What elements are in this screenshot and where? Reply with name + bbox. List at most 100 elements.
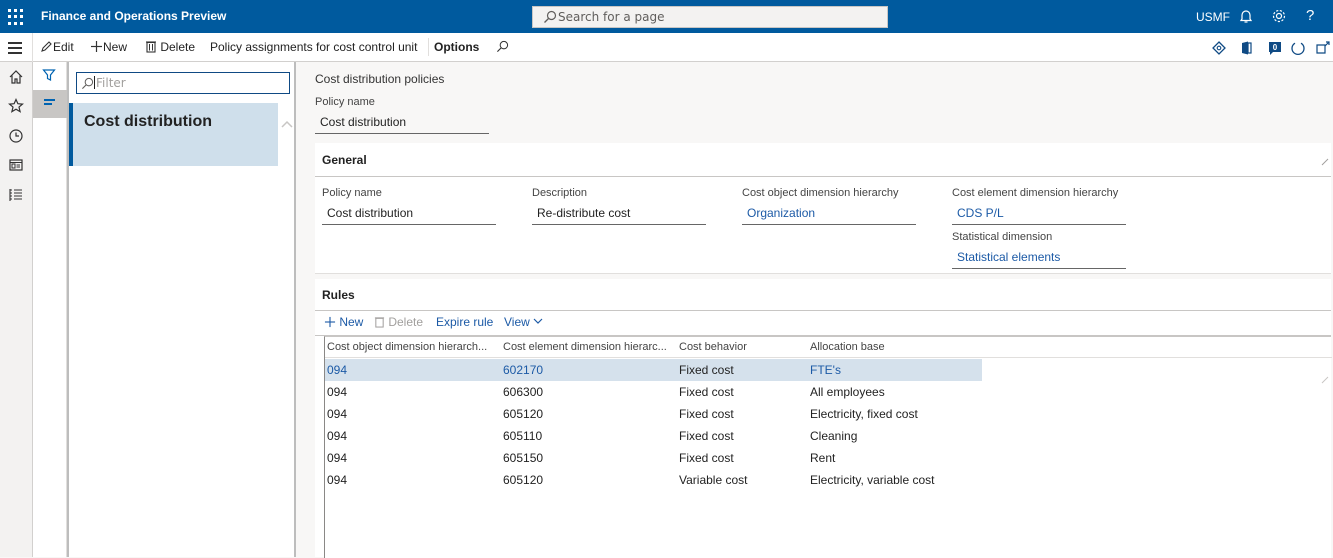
statistical-dimension-field[interactable]: Statistical elements bbox=[952, 249, 1126, 269]
rules-delete-label: Delete bbox=[388, 315, 424, 329]
page-search-input[interactable]: Search for a page bbox=[532, 6, 888, 28]
rules-delete-button[interactable]: Delete bbox=[374, 315, 423, 329]
list-item[interactable]: Cost distribution bbox=[69, 103, 278, 166]
trash-icon bbox=[374, 317, 385, 328]
cell-cost-element[interactable]: 605150 bbox=[503, 451, 543, 465]
cell-cost-object[interactable]: 094 bbox=[327, 473, 347, 487]
home-icon[interactable] bbox=[8, 69, 24, 85]
description-field[interactable]: Re-distribute cost bbox=[532, 205, 706, 225]
table-row[interactable]: 094 605110 Fixed cost Cleaning bbox=[325, 425, 982, 447]
policy-assignments-button[interactable]: Policy assignments for cost control unit bbox=[210, 40, 417, 54]
divider bbox=[428, 38, 429, 56]
options-tab[interactable]: Options bbox=[434, 40, 479, 54]
new-label: New bbox=[103, 40, 128, 54]
plus-icon bbox=[324, 316, 336, 328]
cell-cost-element[interactable]: 605120 bbox=[503, 407, 543, 421]
new-button[interactable]: New bbox=[90, 40, 127, 54]
cell-cost-element[interactable]: 605110 bbox=[503, 429, 542, 443]
column-header-cost-element[interactable]: Cost element dimension hierarc... bbox=[503, 341, 667, 353]
cell-allocation-base[interactable]: Electricity, variable cost bbox=[810, 473, 934, 487]
collapse-chevron-icon[interactable] bbox=[1321, 155, 1329, 166]
list-filter-column bbox=[33, 62, 67, 557]
table-row[interactable]: 094 606300 Fixed cost All employees bbox=[325, 381, 982, 403]
edit-button[interactable]: Edit bbox=[40, 40, 74, 54]
cell-cost-behavior[interactable]: Fixed cost bbox=[679, 385, 734, 399]
expire-rule-button[interactable]: Expire rule bbox=[436, 315, 493, 329]
general-header[interactable]: General bbox=[322, 153, 367, 167]
view-label: View bbox=[504, 315, 530, 329]
cell-cost-object[interactable]: 094 bbox=[327, 385, 347, 399]
plus-icon bbox=[91, 41, 102, 52]
company-picker[interactable]: USMF bbox=[1196, 10, 1230, 24]
table-row[interactable]: 094 602170 Fixed cost FTE's bbox=[325, 359, 982, 381]
cell-cost-behavior[interactable]: Fixed cost bbox=[679, 451, 734, 465]
cell-cost-behavior[interactable]: Fixed cost bbox=[679, 407, 734, 421]
grid-header-row: Cost object dimension hierarch... Cost e… bbox=[325, 337, 1332, 358]
column-header-cost-behavior[interactable]: Cost behavior bbox=[679, 341, 747, 353]
rules-new-button[interactable]: New bbox=[324, 315, 363, 329]
rules-grid: Cost object dimension hierarch... Cost e… bbox=[324, 336, 1332, 558]
details-pane: Cost distribution policies Policy name C… bbox=[298, 62, 1333, 558]
cost-element-hierarchy-field[interactable]: CDS P/L bbox=[952, 205, 1126, 225]
statistical-dimension-label: Statistical dimension bbox=[952, 231, 1053, 243]
app-title: Finance and Operations Preview bbox=[41, 9, 227, 23]
navigation-rail bbox=[0, 62, 33, 557]
description-label: Description bbox=[532, 187, 588, 199]
cell-cost-behavior[interactable]: Fixed cost bbox=[679, 429, 734, 443]
chevron-down-icon bbox=[533, 318, 543, 324]
list-view-icon[interactable] bbox=[33, 90, 67, 118]
table-row[interactable]: 094 605120 Variable cost Electricity, varia… bbox=[325, 469, 982, 491]
cell-cost-element[interactable]: 602170 bbox=[503, 363, 543, 377]
popout-icon[interactable] bbox=[1315, 40, 1331, 56]
page-caption: Cost distribution policies bbox=[315, 72, 445, 86]
help-icon[interactable]: ? bbox=[1306, 7, 1322, 24]
cost-element-hierarchy-label: Cost element dimension hierarchy bbox=[952, 187, 1119, 199]
cell-allocation-base[interactable]: Cleaning bbox=[810, 429, 857, 443]
hamburger-menu-icon[interactable] bbox=[8, 42, 22, 57]
cell-allocation-base[interactable]: All employees bbox=[810, 385, 885, 399]
policy-name-label: Policy name bbox=[322, 187, 382, 199]
header-policy-name-field[interactable]: Cost distribution bbox=[315, 114, 489, 134]
favorites-star-icon[interactable] bbox=[8, 98, 24, 114]
search-icon bbox=[544, 10, 557, 23]
general-fasttab: General Policy name Cost distribution De… bbox=[315, 143, 1331, 274]
cell-allocation-base[interactable]: FTE's bbox=[810, 363, 841, 377]
diamond-icon[interactable] bbox=[1211, 40, 1227, 56]
cell-cost-object[interactable]: 094 bbox=[327, 451, 347, 465]
cell-cost-object[interactable]: 094 bbox=[327, 363, 347, 377]
office-icon[interactable] bbox=[1238, 40, 1254, 56]
delete-button[interactable]: Delete bbox=[145, 40, 195, 54]
cell-allocation-base[interactable]: Rent bbox=[810, 451, 835, 465]
notification-badge-icon[interactable]: 0 bbox=[1267, 40, 1283, 56]
cost-object-hierarchy-label: Cost object dimension hierarchy bbox=[742, 187, 899, 199]
cell-cost-object[interactable]: 094 bbox=[327, 407, 347, 421]
trash-icon bbox=[146, 41, 156, 53]
view-dropdown-button[interactable]: View bbox=[504, 315, 543, 329]
policy-name-field[interactable]: Cost distribution bbox=[322, 205, 496, 225]
table-row[interactable]: 094 605150 Fixed cost Rent bbox=[325, 447, 982, 469]
recent-clock-icon[interactable] bbox=[8, 128, 24, 144]
column-header-allocation-base[interactable]: Allocation base bbox=[810, 341, 885, 353]
cell-cost-object[interactable]: 094 bbox=[327, 429, 347, 443]
rules-header[interactable]: Rules bbox=[322, 288, 355, 302]
cost-object-hierarchy-field[interactable]: Organization bbox=[742, 205, 916, 225]
table-row[interactable]: 094 605120 Fixed cost Electricity, fixed co… bbox=[325, 403, 982, 425]
rules-toolbar: New Delete Expire rule View bbox=[315, 315, 1331, 335]
column-header-cost-object[interactable]: Cost object dimension hierarch... bbox=[327, 341, 487, 353]
waffle-icon[interactable] bbox=[8, 9, 24, 25]
cell-cost-behavior[interactable]: Variable cost bbox=[679, 473, 747, 487]
grid-scroll-icon[interactable] bbox=[1321, 373, 1329, 384]
bell-icon[interactable] bbox=[1238, 8, 1254, 24]
filter-funnel-icon[interactable] bbox=[42, 68, 56, 85]
gear-icon[interactable] bbox=[1271, 8, 1287, 24]
modules-list-icon[interactable] bbox=[8, 187, 24, 203]
workspaces-icon[interactable] bbox=[8, 157, 24, 173]
cell-cost-behavior[interactable]: Fixed cost bbox=[679, 363, 734, 377]
action-search-icon[interactable] bbox=[496, 40, 509, 54]
cell-cost-element[interactable]: 606300 bbox=[503, 385, 543, 399]
cell-cost-element[interactable]: 605120 bbox=[503, 473, 543, 487]
refresh-icon[interactable] bbox=[1290, 40, 1306, 56]
list-filter-input[interactable]: Filter bbox=[76, 72, 290, 94]
cell-allocation-base[interactable]: Electricity, fixed cost bbox=[810, 407, 918, 421]
scroll-up-chevron-icon[interactable] bbox=[281, 117, 293, 128]
